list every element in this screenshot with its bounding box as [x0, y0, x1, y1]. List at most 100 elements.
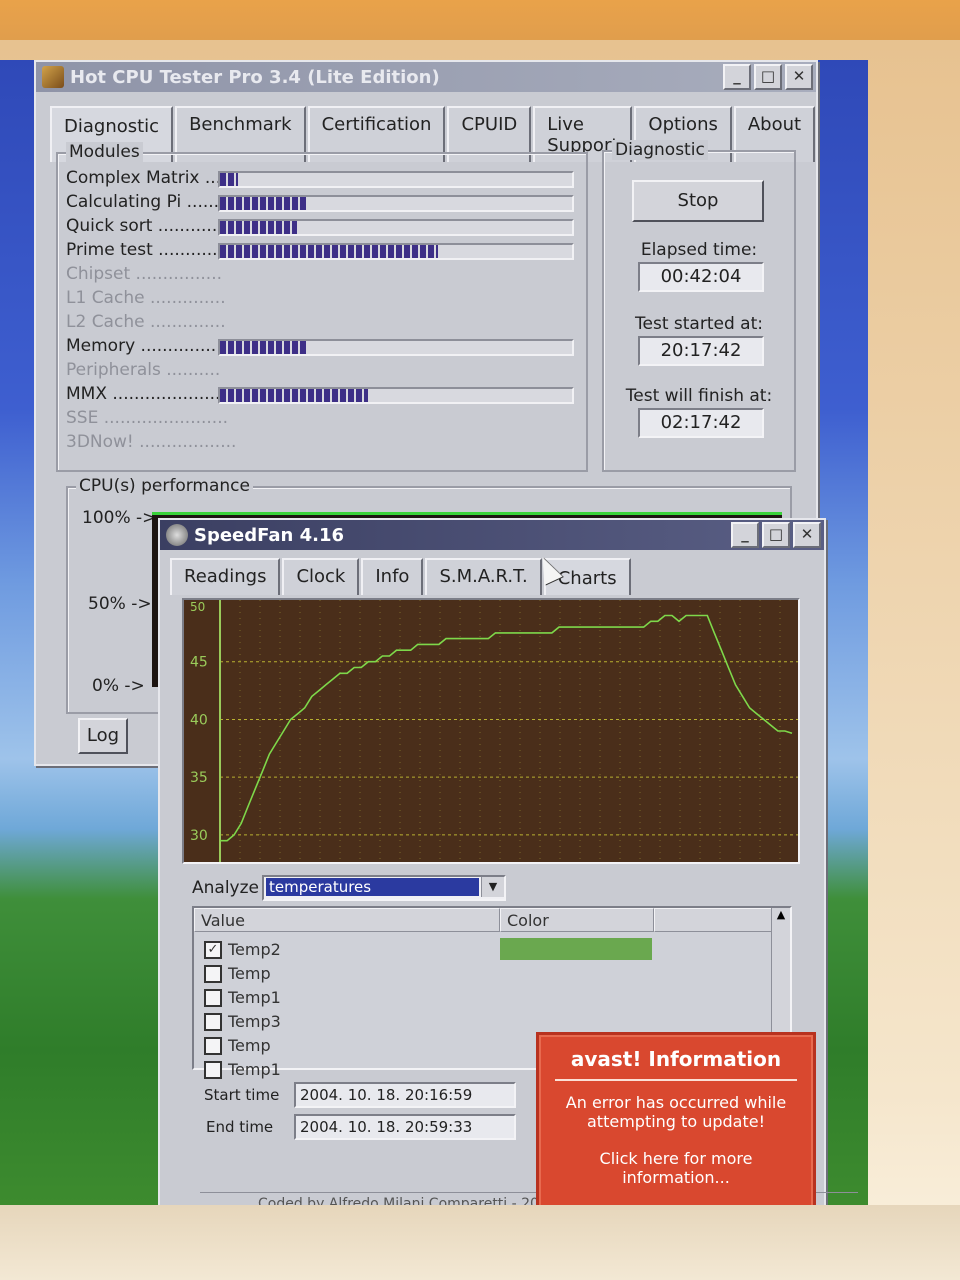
monitor-bezel [0, 1205, 960, 1280]
list-item-label: Temp1 [228, 1060, 281, 1079]
fan-icon [166, 524, 188, 546]
y-tick-label: 45 [190, 655, 208, 671]
module-progress-bar [218, 339, 574, 356]
speedfan-close-button[interactable]: ✕ [793, 522, 821, 548]
module-label: L2 Cache .............. [66, 312, 226, 332]
module-label: Complex Matrix .... [66, 168, 227, 188]
avast-message: An error has occurred while attempting t… [565, 1093, 787, 1131]
temperature-chart-svg: 30 35 40 45 50 [190, 600, 798, 862]
temp2-series-line [220, 614, 793, 842]
tab-clock[interactable]: Clock [282, 558, 360, 595]
chevron-down-icon[interactable]: ▼ [481, 877, 504, 897]
module-progress-bar [218, 219, 574, 236]
module-label: SSE ....................... [66, 408, 229, 428]
log-button[interactable]: Log [78, 718, 128, 754]
y-tick-label: 40 [190, 712, 208, 728]
stop-button[interactable]: Stop [632, 180, 764, 222]
checkbox-icon[interactable]: ✓ [204, 940, 222, 959]
y-tick-label: 35 [190, 770, 208, 786]
avast-link[interactable]: Click here for more information... [561, 1149, 791, 1187]
tab-readings[interactable]: Readings [170, 558, 281, 595]
speedfan-titlebar[interactable]: SpeedFan 4.16 _ □ ✕ [160, 520, 824, 550]
scroll-up-icon[interactable]: ▲ [772, 908, 790, 921]
module-progress-bar [218, 387, 574, 404]
finish-value: 02:17:42 [638, 408, 764, 438]
perf-tick-0: 0% -> [92, 676, 145, 696]
module-progress-bar [218, 243, 574, 260]
speedfan-tabs: Readings Clock Info S.M.A.R.T. Charts [170, 558, 633, 595]
list-item[interactable]: Temp1 [204, 988, 281, 1007]
modules-label: Modules [66, 142, 143, 162]
checkbox-icon[interactable] [204, 1036, 222, 1055]
module-progress-fill [220, 197, 308, 210]
tab-info[interactable]: Info [361, 558, 424, 595]
module-label: Memory ................ [66, 336, 228, 356]
temperature-chart: 30 35 40 45 50 [182, 598, 800, 864]
hot-cpu-title: Hot CPU Tester Pro 3.4 (Lite Edition) [70, 66, 440, 88]
list-item-label: Temp3 [228, 1012, 281, 1031]
module-progress-fill [220, 221, 298, 234]
hot-cpu-titlebar[interactable]: Hot CPU Tester Pro 3.4 (Lite Edition) _ … [36, 62, 816, 92]
started-label: Test started at: [635, 314, 763, 334]
module-progress-fill [220, 173, 238, 186]
module-label: Calculating Pi ...... [66, 192, 220, 212]
diagnostic-label: Diagnostic [612, 140, 708, 160]
checkbox-icon[interactable] [204, 1060, 222, 1079]
list-item-label: Temp1 [228, 988, 281, 1007]
module-progress-fill [220, 389, 368, 402]
start-time-label: Start time [204, 1086, 280, 1104]
module-progress-fill [220, 341, 308, 354]
start-time-field[interactable]: 2004. 10. 18. 20:16:59 [294, 1082, 516, 1108]
list-item[interactable]: ✓ Temp2 [204, 940, 281, 959]
list-item[interactable]: Temp1 [204, 1060, 281, 1079]
list-item-label: Temp2 [228, 940, 281, 959]
module-progress-bar [218, 195, 574, 212]
end-time-label: End time [206, 1118, 274, 1136]
analyze-select-value: temperatures [266, 878, 479, 896]
module-label: MMX ..................... [66, 384, 226, 404]
module-progress-fill [220, 245, 439, 258]
y-tick-label: 50 [190, 600, 205, 614]
app-cube-icon [42, 66, 64, 88]
y-tick-label: 30 [190, 828, 208, 844]
module-label: 3DNow! .................. [66, 432, 237, 452]
minimize-button[interactable]: _ [723, 64, 751, 90]
cpu-performance-label: CPU(s) performance [76, 476, 253, 496]
avast-popup[interactable]: avast! Information An error has occurred… [536, 1032, 816, 1228]
module-label: L1 Cache .............. [66, 288, 226, 308]
analyze-label: Analyze [192, 878, 259, 898]
column-header-value[interactable]: Value [194, 908, 500, 932]
column-header-color[interactable]: Color [500, 908, 654, 932]
tab-smart[interactable]: S.M.A.R.T. [425, 558, 542, 595]
end-time-field[interactable]: 2004. 10. 18. 20:59:33 [294, 1114, 516, 1140]
avast-divider [555, 1079, 797, 1081]
checkbox-icon[interactable] [204, 964, 222, 983]
list-item[interactable]: Temp [204, 964, 271, 983]
list-item-label: Temp [228, 1036, 271, 1055]
started-value: 20:17:42 [638, 336, 764, 366]
module-label: Chipset ................ [66, 264, 223, 284]
finish-label: Test will finish at: [625, 386, 773, 406]
perf-tick-100: 100% -> [82, 508, 157, 528]
checkbox-icon[interactable] [204, 1012, 222, 1031]
diagnostic-group: Diagnostic Stop Elapsed time: 00:42:04 T… [602, 140, 796, 472]
module-label: Peripherals .......... [66, 360, 221, 380]
temp2-color-swatch [500, 938, 652, 960]
module-label: Quick sort ........... [66, 216, 218, 236]
module-progress-bar [218, 171, 574, 188]
list-item[interactable]: Temp [204, 1036, 271, 1055]
avast-title: avast! Information [570, 1047, 782, 1071]
elapsed-label: Elapsed time: [640, 240, 758, 260]
list-item[interactable]: Temp3 [204, 1012, 281, 1031]
speedfan-minimize-button[interactable]: _ [731, 522, 759, 548]
list-item-label: Temp [228, 964, 271, 983]
speedfan-maximize-button[interactable]: □ [762, 522, 790, 548]
perf-tick-50: 50% -> [88, 594, 152, 614]
maximize-button[interactable]: □ [754, 64, 782, 90]
modules-group: Modules Complex Matrix .... Calculating P… [56, 142, 588, 472]
close-button[interactable]: ✕ [785, 64, 813, 90]
speedfan-title: SpeedFan 4.16 [194, 524, 345, 546]
checkbox-icon[interactable] [204, 988, 222, 1007]
column-header-empty [654, 908, 772, 932]
analyze-select[interactable]: temperatures ▼ [262, 875, 506, 901]
